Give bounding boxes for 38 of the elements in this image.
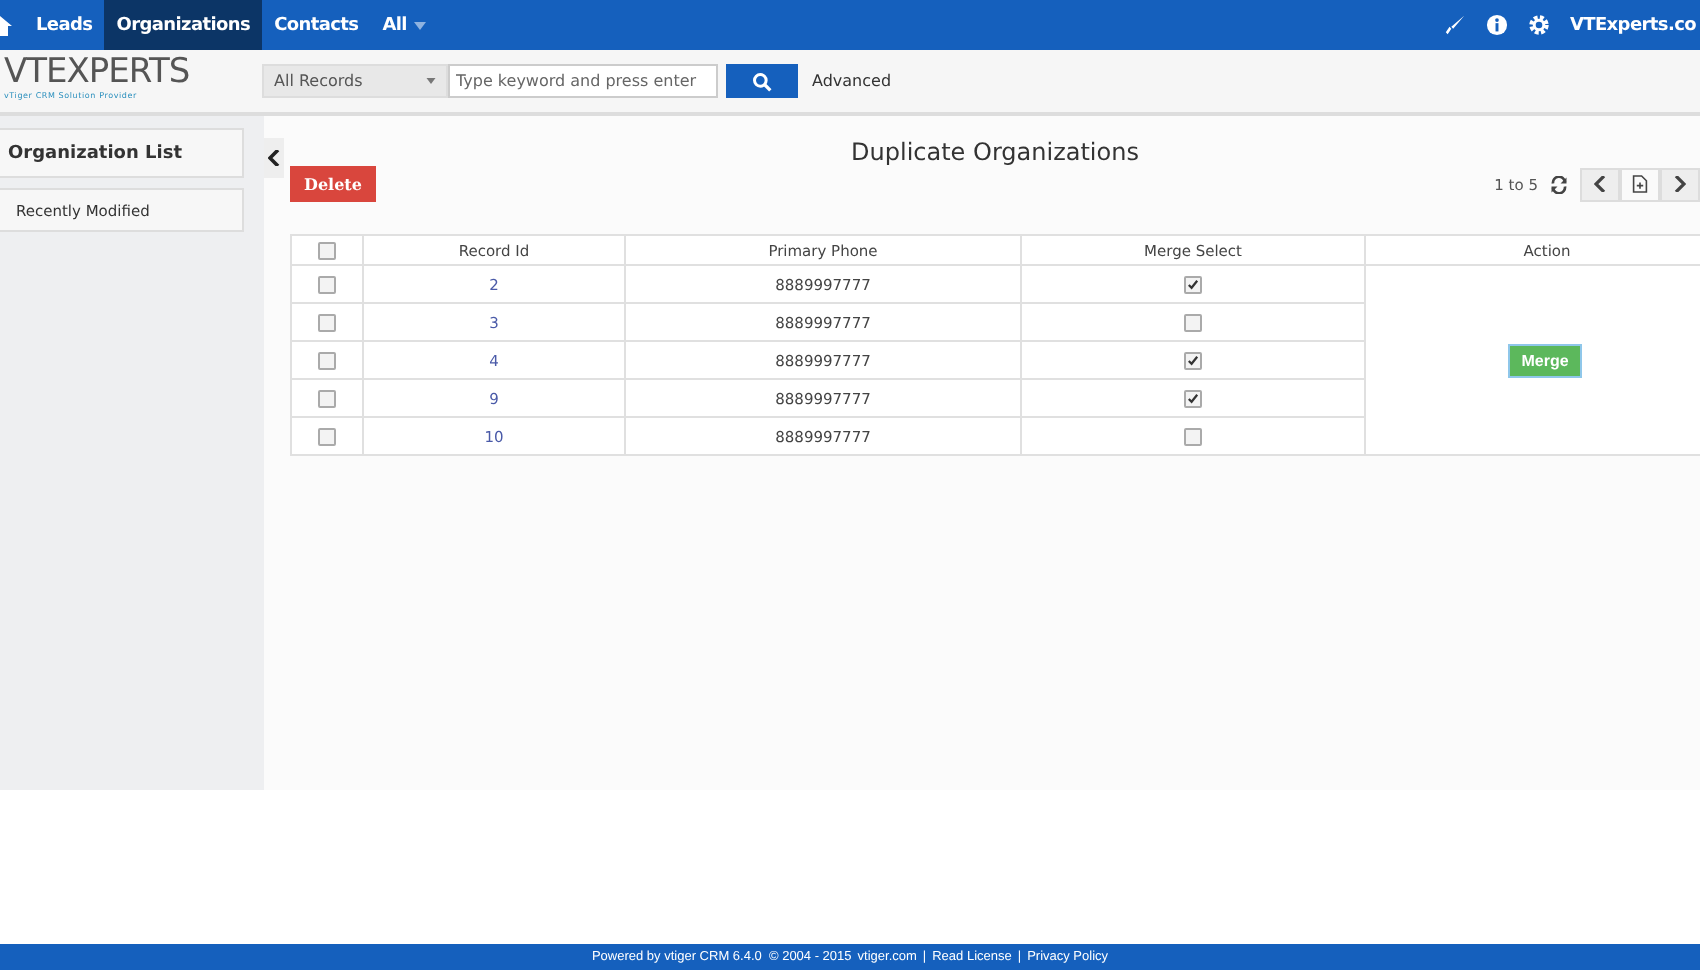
info-icon[interactable]: [1485, 14, 1508, 36]
merge-checkbox[interactable]: [1184, 275, 1202, 294]
collapse-button[interactable]: [264, 138, 284, 178]
refresh-icon[interactable]: [1550, 175, 1568, 193]
next-page-button[interactable]: [1660, 167, 1700, 201]
caret-icon: [426, 78, 436, 84]
nav-tab[interactable]: Contacts: [262, 0, 371, 50]
filter-dropdown[interactable]: All Records: [262, 64, 448, 98]
search-icon: [752, 71, 772, 91]
search-field[interactable]: Type keyword and press enter: [448, 64, 718, 98]
chevron-left-icon: [1594, 176, 1606, 192]
page-jump-button[interactable]: [1620, 167, 1660, 201]
merge-checkbox[interactable]: [1184, 313, 1202, 332]
row-checkbox[interactable]: [318, 427, 336, 446]
merge-checkbox[interactable]: [1184, 427, 1202, 446]
nav-tab[interactable]: Leads: [24, 0, 105, 50]
search-button[interactable]: [726, 64, 798, 98]
brush-icon[interactable]: [1443, 14, 1466, 36]
chevron-right-icon: [1674, 176, 1686, 192]
user-menu[interactable]: VTExperts.co: [1569, 15, 1696, 35]
page-title: Duplicate Organizations: [851, 138, 1139, 166]
chevron-left-icon: [268, 150, 280, 166]
nav-tab[interactable]: Organizations: [104, 0, 263, 50]
select-all-checkbox[interactable]: [318, 241, 336, 260]
delete-button[interactable]: Delete: [290, 166, 376, 202]
row-checkbox[interactable]: [318, 389, 336, 408]
document-icon: [1632, 174, 1648, 194]
merge-checkbox[interactable]: [1184, 351, 1202, 370]
settings-icon[interactable]: [1527, 14, 1550, 36]
row-checkbox[interactable]: [318, 313, 336, 332]
nav-tab[interactable]: All: [370, 0, 439, 50]
merge-checkbox[interactable]: [1184, 389, 1202, 408]
caret-icon: [414, 21, 427, 29]
previous-page-button[interactable]: [1580, 167, 1620, 201]
sidebar-title: Organization List: [0, 128, 244, 178]
advanced-link[interactable]: Advanced: [812, 72, 892, 90]
row-checkbox[interactable]: [318, 351, 336, 370]
row-checkbox[interactable]: [318, 275, 336, 294]
